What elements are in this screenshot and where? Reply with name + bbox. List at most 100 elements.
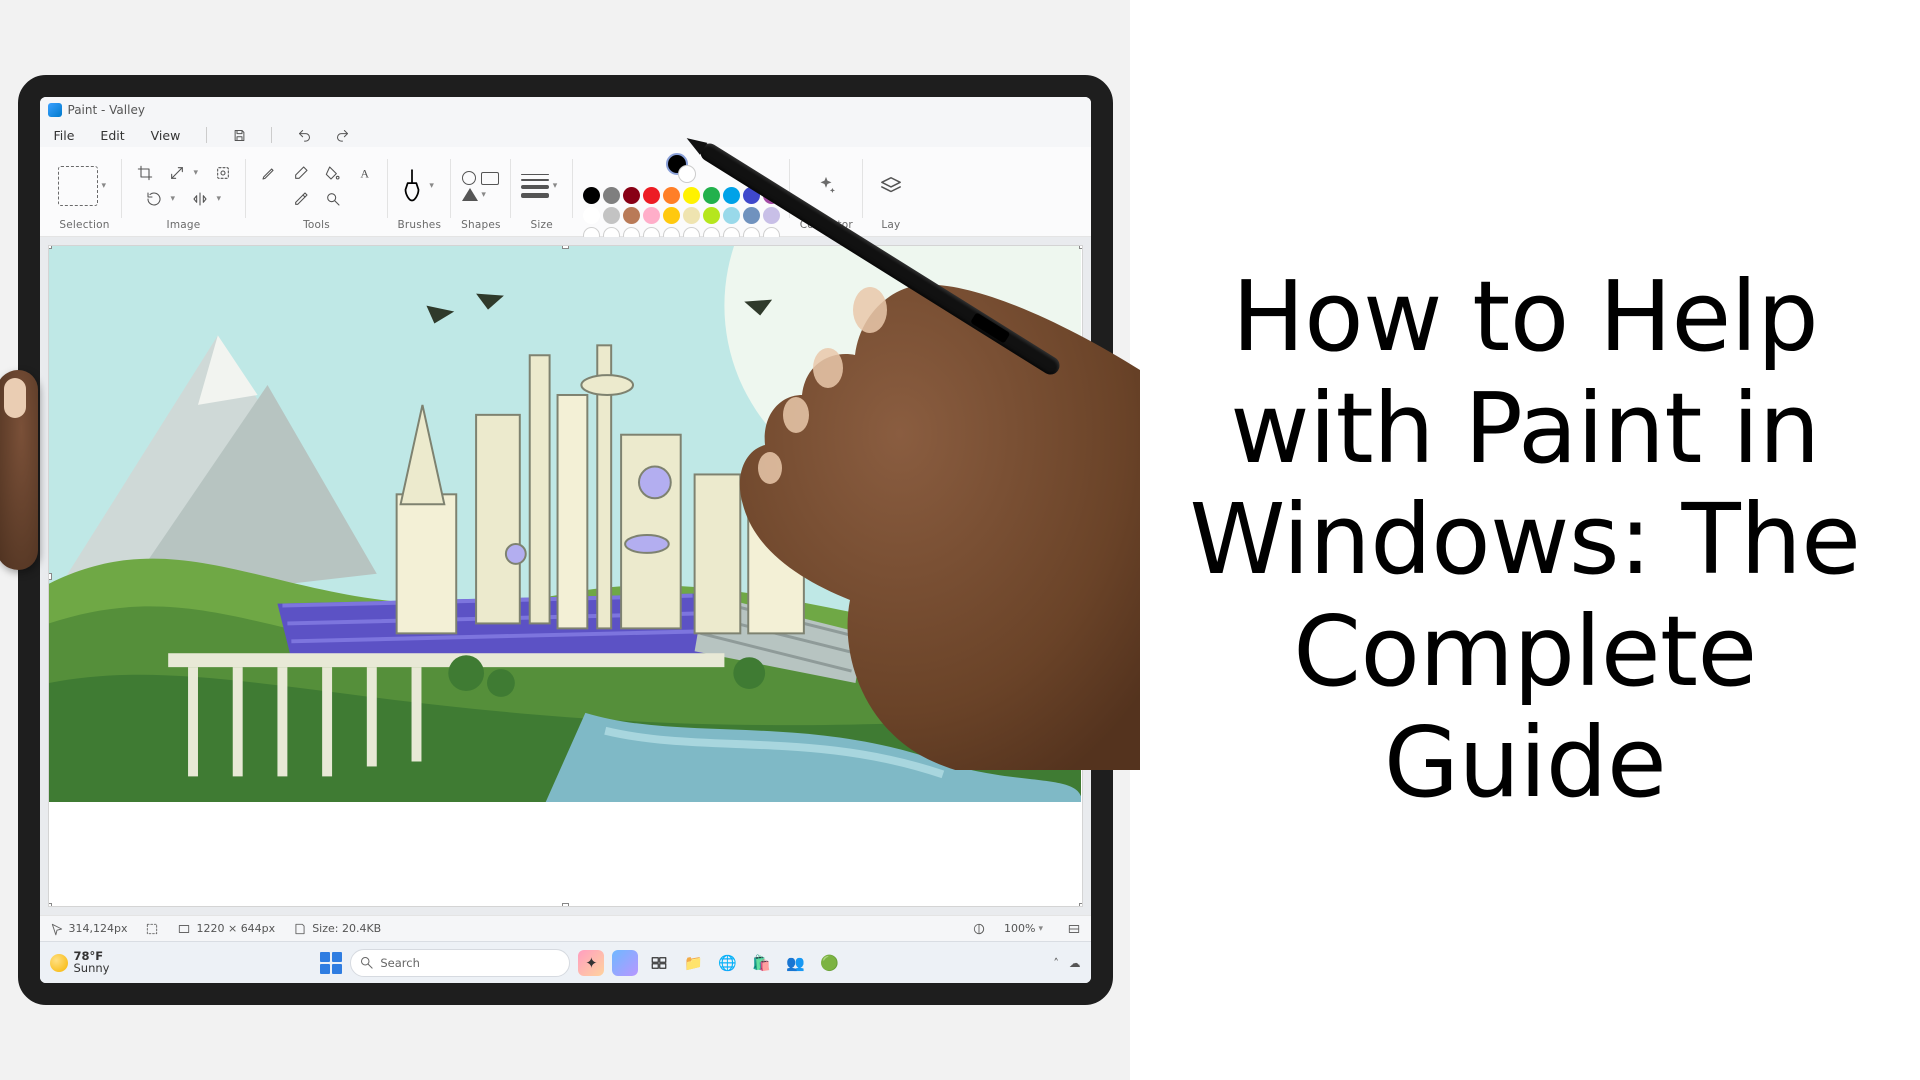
ribbon-toolbar: ▾ Selection ▾ ▾ ▾: [40, 147, 1091, 237]
taskbar-taskview-icon[interactable]: [646, 950, 672, 976]
chevron-down-icon[interactable]: ▾: [102, 181, 112, 191]
color-swatch[interactable]: [723, 207, 740, 224]
color-swatch[interactable]: [623, 207, 640, 224]
taskbar-weather[interactable]: 78°F Sunny: [50, 951, 110, 974]
color-swatch[interactable]: [603, 207, 620, 224]
color-swatch[interactable]: [663, 207, 680, 224]
canvas-viewport[interactable]: [40, 237, 1091, 915]
zoom-control[interactable]: 100% ▾: [1004, 922, 1048, 935]
resize-icon[interactable]: [164, 162, 190, 184]
eraser-icon[interactable]: [288, 162, 314, 184]
brush-icon[interactable]: [399, 169, 425, 203]
layers-icon[interactable]: [873, 168, 909, 204]
color-swatch[interactable]: [723, 187, 740, 204]
fill-icon[interactable]: [320, 162, 346, 184]
canvas-handle[interactable]: [1079, 245, 1083, 249]
current-colors[interactable]: [666, 153, 696, 183]
redo-icon[interactable]: [332, 125, 352, 145]
rotate-icon[interactable]: [141, 188, 167, 210]
save-icon[interactable]: [229, 125, 249, 145]
status-bar: 314,124px 1220 × 644px Size: 20.4KB 100%: [40, 915, 1091, 941]
paint-canvas[interactable]: [48, 245, 1083, 907]
fit-screen-icon[interactable]: [1067, 922, 1081, 936]
taskbar-search[interactable]: Search: [350, 949, 570, 977]
canvas-handle[interactable]: [48, 903, 52, 907]
color-swatch[interactable]: [763, 207, 780, 224]
taskbar-copilot-icon[interactable]: [612, 950, 638, 976]
color-swatch[interactable]: [583, 187, 600, 204]
canvas-handle[interactable]: [1079, 573, 1083, 580]
taskbar-edge-icon[interactable]: 🌐: [714, 950, 740, 976]
ribbon-label-brushes: Brushes: [398, 219, 442, 231]
canvas-handle[interactable]: [48, 245, 52, 249]
windows-taskbar: 78°F Sunny Search ✦ 📁 🌐 🛍️: [40, 941, 1091, 983]
eyedropper-icon[interactable]: [288, 188, 314, 210]
color-swatch[interactable]: [683, 187, 700, 204]
cocreator-sparkle-icon[interactable]: [808, 168, 844, 204]
flip-icon[interactable]: [187, 188, 213, 210]
taskbar-teams-icon[interactable]: 👥: [782, 950, 808, 976]
crop-icon[interactable]: [132, 162, 158, 184]
text-icon[interactable]: A: [352, 162, 378, 184]
taskbar-systray[interactable]: ˄ ☁: [1053, 956, 1080, 970]
canvas-handle[interactable]: [48, 573, 52, 580]
chevron-down-icon[interactable]: ▾: [553, 181, 563, 191]
color-swatch[interactable]: [623, 187, 640, 204]
shapes-gallery[interactable]: ▾: [462, 171, 499, 201]
ribbon-label-selection: Selection: [59, 219, 109, 231]
taskbar-app-icon[interactable]: 🟢: [816, 950, 842, 976]
color-swatch[interactable]: [643, 187, 660, 204]
menu-view[interactable]: View: [147, 125, 185, 146]
magnify-icon[interactable]: [320, 188, 346, 210]
chevron-down-icon[interactable]: ▾: [481, 190, 491, 200]
canvas-dims-icon: [177, 922, 191, 936]
chevron-down-icon[interactable]: ▾: [429, 181, 439, 191]
status-filesize: Size: 20.4KB: [293, 922, 381, 936]
ribbon-group-brushes: ▾ Brushes: [388, 149, 452, 234]
canvas-handle[interactable]: [562, 903, 569, 907]
weather-sun-icon: [50, 954, 68, 972]
shape-triangle-icon[interactable]: [462, 188, 478, 201]
undo-icon[interactable]: [294, 125, 314, 145]
paint-title-bar: Paint - Valley: [40, 97, 1091, 123]
chevron-down-icon[interactable]: ▾: [217, 194, 227, 204]
menu-edit[interactable]: Edit: [96, 125, 128, 146]
color-swatch[interactable]: [583, 207, 600, 224]
stroke-width-icon[interactable]: [521, 174, 549, 198]
canvas-handle[interactable]: [562, 245, 569, 249]
color-swatch[interactable]: [603, 187, 620, 204]
onedrive-icon[interactable]: ☁: [1069, 956, 1081, 970]
chevron-down-icon[interactable]: ▾: [1039, 924, 1049, 934]
chevron-down-icon[interactable]: ▾: [171, 194, 181, 204]
taskbar-widgets-icon[interactable]: ✦: [578, 950, 604, 976]
chevron-up-icon[interactable]: ˄: [1053, 956, 1059, 970]
ribbon-label-size: Size: [531, 219, 553, 231]
ribbon-group-shapes: ▾ Shapes: [451, 149, 511, 234]
status-cursor-value: 314,124px: [69, 922, 128, 935]
canvas-handle[interactable]: [1079, 903, 1083, 907]
chevron-down-icon[interactable]: ▾: [194, 168, 204, 178]
remove-bg-icon[interactable]: [210, 162, 236, 184]
color-secondary-swatch[interactable]: [678, 165, 696, 183]
color-mode-icon[interactable]: [972, 922, 986, 936]
color-swatch[interactable]: [643, 207, 660, 224]
color-swatch[interactable]: [703, 187, 720, 204]
shape-rect-icon[interactable]: [481, 172, 499, 185]
color-swatch[interactable]: [683, 207, 700, 224]
cursor-pos-icon: [50, 922, 64, 936]
ribbon-group-size: ▾ Size: [511, 149, 573, 234]
pencil-icon[interactable]: [256, 162, 282, 184]
status-dims-value: 1220 × 644px: [196, 922, 275, 935]
select-tool-icon[interactable]: [58, 166, 98, 206]
ribbon-label-tools: Tools: [303, 219, 330, 231]
color-swatch[interactable]: [743, 207, 760, 224]
taskbar-explorer-icon[interactable]: 📁: [680, 950, 706, 976]
color-swatch[interactable]: [703, 207, 720, 224]
shape-circle-icon[interactable]: [462, 171, 476, 185]
svg-text:A: A: [360, 167, 369, 181]
menu-file[interactable]: File: [50, 125, 79, 146]
color-swatch[interactable]: [663, 187, 680, 204]
color-palette[interactable]: [583, 187, 780, 244]
start-button[interactable]: [320, 952, 342, 974]
taskbar-store-icon[interactable]: 🛍️: [748, 950, 774, 976]
